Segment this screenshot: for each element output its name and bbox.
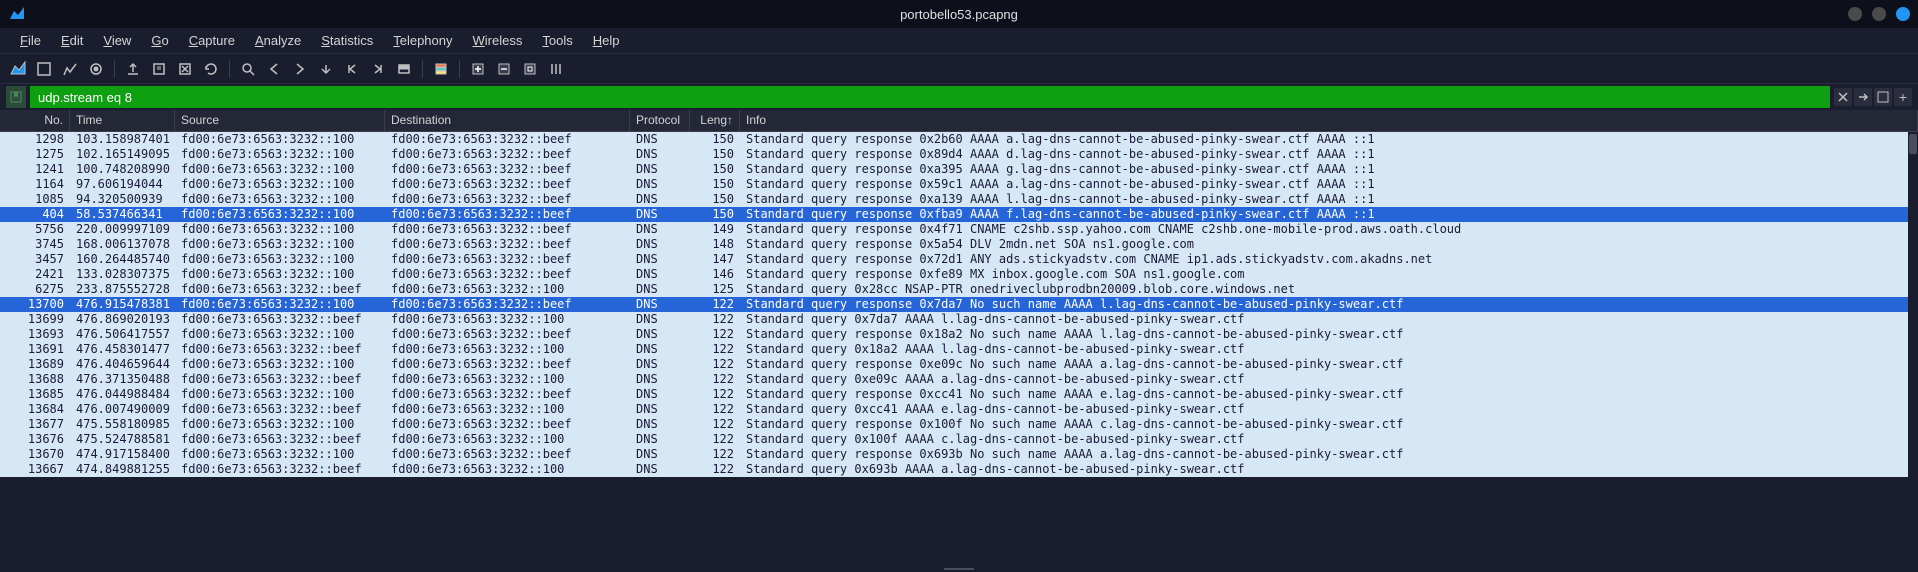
packet-row[interactable]: 5756220.009997109fd00:6e73:6563:3232::10… <box>0 222 1918 237</box>
packet-row[interactable]: 1241100.748208990fd00:6e73:6563:3232::10… <box>0 162 1918 177</box>
menu-go[interactable]: Go <box>141 29 178 52</box>
packet-row[interactable]: 2421133.028307375fd00:6e73:6563:3232::10… <box>0 267 1918 282</box>
wireshark-app-icon <box>8 5 26 26</box>
menu-edit[interactable]: Edit <box>51 29 93 52</box>
packet-row[interactable]: 108594.320500939fd00:6e73:6563:3232::100… <box>0 192 1918 207</box>
go-first-button[interactable] <box>340 57 364 81</box>
col-header-time[interactable]: Time <box>70 110 175 131</box>
filter-add-button[interactable]: + <box>1894 88 1912 106</box>
capture-options-button[interactable] <box>84 57 108 81</box>
packet-row[interactable]: 13684476.007490009fd00:6e73:6563:3232::b… <box>0 402 1918 417</box>
resize-columns-button[interactable] <box>544 57 568 81</box>
filter-clear-button[interactable] <box>1834 88 1852 106</box>
packet-row[interactable]: 6275233.875552728fd00:6e73:6563:3232::be… <box>0 282 1918 297</box>
start-capture-button[interactable] <box>6 57 30 81</box>
packet-row[interactable]: 1275102.165149095fd00:6e73:6563:3232::10… <box>0 147 1918 162</box>
open-file-button[interactable] <box>121 57 145 81</box>
col-header-protocol[interactable]: Protocol <box>630 110 690 131</box>
menu-statistics[interactable]: Statistics <box>311 29 383 52</box>
packet-list: No. Time Source Destination Protocol Len… <box>0 110 1918 566</box>
scrollbar[interactable] <box>1908 132 1918 566</box>
col-header-length[interactable]: Leng↑ <box>690 110 740 131</box>
find-packet-button[interactable] <box>236 57 260 81</box>
filter-bar: + <box>0 84 1918 110</box>
col-header-destination[interactable]: Destination <box>385 110 630 131</box>
col-header-info[interactable]: Info <box>740 110 1918 131</box>
pane-resize-handle[interactable] <box>0 566 1918 572</box>
filter-bookmark-icon[interactable] <box>6 86 26 108</box>
menubar: File Edit View Go Capture Analyze Statis… <box>0 28 1918 54</box>
toolbar-separator <box>422 60 423 78</box>
packet-row[interactable]: 13700476.915478381fd00:6e73:6563:3232::1… <box>0 297 1918 312</box>
close-file-button[interactable] <box>173 57 197 81</box>
minimize-button[interactable] <box>1848 7 1862 21</box>
menu-view[interactable]: View <box>93 29 141 52</box>
toolbar <box>0 54 1918 84</box>
packet-row[interactable]: 13667474.849881255fd00:6e73:6563:3232::b… <box>0 462 1918 477</box>
zoom-in-button[interactable] <box>466 57 490 81</box>
packet-row[interactable]: 1298103.158987401fd00:6e73:6563:3232::10… <box>0 132 1918 147</box>
packet-row[interactable]: 13685476.044988484fd00:6e73:6563:3232::1… <box>0 387 1918 402</box>
go-forward-button[interactable] <box>288 57 312 81</box>
packet-row[interactable]: 13691476.458301477fd00:6e73:6563:3232::b… <box>0 342 1918 357</box>
col-header-no[interactable]: No. <box>0 110 70 131</box>
menu-wireless[interactable]: Wireless <box>463 29 533 52</box>
toolbar-separator <box>114 60 115 78</box>
menu-capture[interactable]: Capture <box>179 29 245 52</box>
go-back-button[interactable] <box>262 57 286 81</box>
menu-analyze[interactable]: Analyze <box>245 29 311 52</box>
toolbar-separator <box>229 60 230 78</box>
scrollbar-thumb[interactable] <box>1909 134 1917 154</box>
packet-row[interactable]: 13676475.524788581fd00:6e73:6563:3232::b… <box>0 432 1918 447</box>
auto-scroll-button[interactable] <box>392 57 416 81</box>
col-header-source[interactable]: Source <box>175 110 385 131</box>
titlebar: portobello53.pcapng <box>0 0 1918 28</box>
close-button[interactable] <box>1896 7 1910 21</box>
restart-capture-button[interactable] <box>58 57 82 81</box>
packet-row[interactable]: 13693476.506417557fd00:6e73:6563:3232::1… <box>0 327 1918 342</box>
display-filter-input[interactable] <box>30 86 1830 108</box>
filter-apply-button[interactable] <box>1854 88 1872 106</box>
go-to-packet-button[interactable] <box>314 57 338 81</box>
maximize-button[interactable] <box>1872 7 1886 21</box>
menu-help[interactable]: Help <box>583 29 630 52</box>
packet-row[interactable]: 116497.606194044fd00:6e73:6563:3232::100… <box>0 177 1918 192</box>
packet-rows-container[interactable]: 1298103.158987401fd00:6e73:6563:3232::10… <box>0 132 1918 566</box>
packet-row[interactable]: 13688476.371350488fd00:6e73:6563:3232::b… <box>0 372 1918 387</box>
menu-file[interactable]: File <box>10 29 51 52</box>
column-headers: No. Time Source Destination Protocol Len… <box>0 110 1918 132</box>
packet-row[interactable]: 3745168.006137078fd00:6e73:6563:3232::10… <box>0 237 1918 252</box>
go-last-button[interactable] <box>366 57 390 81</box>
reload-button[interactable] <box>199 57 223 81</box>
packet-row[interactable]: 13670474.917158400fd00:6e73:6563:3232::1… <box>0 447 1918 462</box>
packet-row[interactable]: 3457160.264485740fd00:6e73:6563:3232::10… <box>0 252 1918 267</box>
stop-capture-button[interactable] <box>32 57 56 81</box>
menu-telephony[interactable]: Telephony <box>383 29 462 52</box>
zoom-out-button[interactable] <box>492 57 516 81</box>
packet-row[interactable]: 40458.537466341fd00:6e73:6563:3232::100f… <box>0 207 1918 222</box>
packet-row[interactable]: 13699476.869020193fd00:6e73:6563:3232::b… <box>0 312 1918 327</box>
window-title: portobello53.pcapng <box>900 7 1018 22</box>
save-file-button[interactable] <box>147 57 171 81</box>
packet-row[interactable]: 13689476.404659644fd00:6e73:6563:3232::1… <box>0 357 1918 372</box>
menu-tools[interactable]: Tools <box>532 29 582 52</box>
zoom-reset-button[interactable] <box>518 57 542 81</box>
filter-history-button[interactable] <box>1874 88 1892 106</box>
colorize-button[interactable] <box>429 57 453 81</box>
packet-row[interactable]: 13677475.558180985fd00:6e73:6563:3232::1… <box>0 417 1918 432</box>
toolbar-separator <box>459 60 460 78</box>
